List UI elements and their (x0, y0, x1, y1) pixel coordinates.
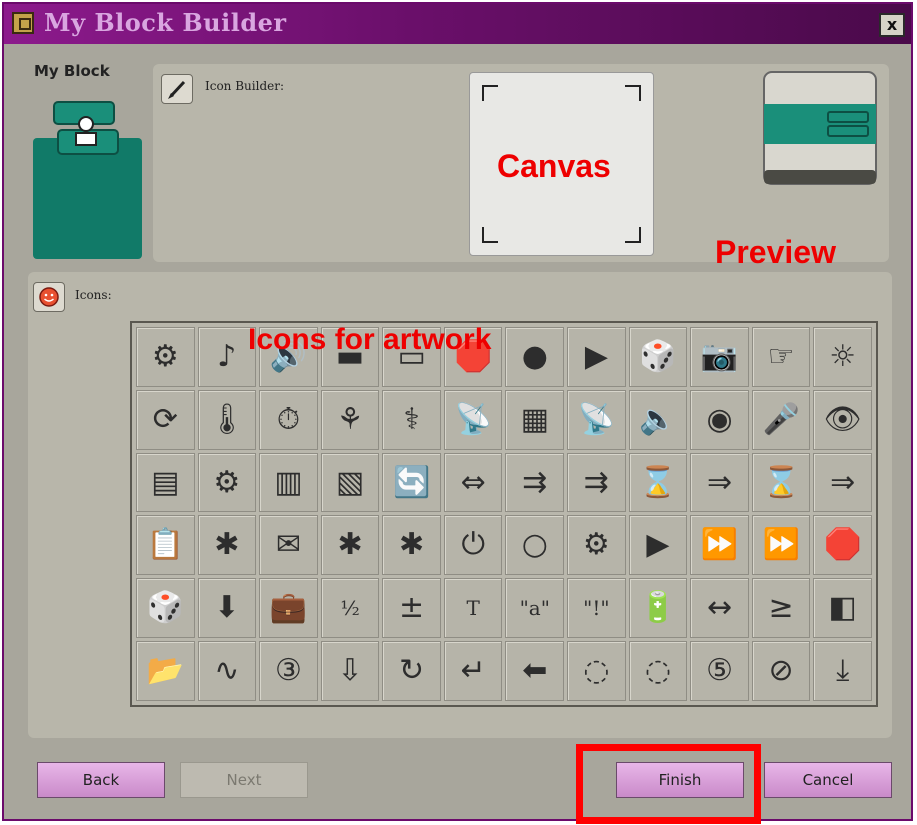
artwork-icon[interactable]: ⏻ (443, 515, 503, 576)
artwork-icon[interactable]: 📡 (567, 389, 626, 450)
artwork-icon[interactable]: 📂 (136, 641, 195, 701)
artwork-icon[interactable]: T (443, 578, 503, 639)
pencil-icon (168, 80, 186, 99)
artwork-icon[interactable]: ◌ (567, 641, 626, 701)
canvas-corner-tr (625, 85, 641, 101)
icons-button[interactable] (33, 282, 65, 312)
title-bar[interactable]: My Block Builder x (4, 4, 911, 44)
artwork-icon[interactable]: ◌ (628, 641, 688, 701)
artwork-icon[interactable]: 🔈 (628, 389, 688, 450)
artwork-icon[interactable]: ✱ (320, 515, 380, 576)
artwork-icon[interactable]: ⏩ (751, 515, 811, 576)
artwork-icon[interactable]: 📡 (443, 389, 503, 450)
finish-highlight-box (576, 744, 761, 824)
next-button[interactable]: Next (180, 762, 308, 798)
block-preview (763, 71, 877, 185)
artwork-icon[interactable]: 🔄 (382, 452, 441, 513)
artwork-icon[interactable]: ⚙ (197, 452, 257, 513)
artwork-icon[interactable]: ⚕ (382, 389, 441, 450)
artwork-icon[interactable]: ½ (320, 578, 380, 639)
artwork-icon[interactable]: ⇩ (320, 641, 380, 701)
cancel-button[interactable]: Cancel (764, 762, 892, 798)
artwork-icon[interactable]: ∿ (197, 641, 257, 701)
artwork-icon[interactable]: ⑤ (690, 641, 749, 701)
artwork-icon[interactable]: ↔ (690, 578, 749, 639)
artwork-icon[interactable]: ⏱ (259, 389, 318, 450)
artwork-icon[interactable]: 🎲 (628, 327, 688, 387)
my-block-icon (53, 101, 119, 155)
artwork-icon[interactable]: ⇔ (443, 452, 503, 513)
artwork-icon[interactable]: ▶ (628, 515, 688, 576)
artwork-icon[interactable]: ⇉ (567, 452, 626, 513)
artwork-icon[interactable]: ☼ (813, 327, 872, 387)
preview-annotation: Preview (715, 234, 836, 270)
artwork-icon[interactable]: 🎤 (751, 389, 811, 450)
artwork-icon[interactable]: 🎲 (136, 578, 195, 639)
canvas-corner-tl (482, 85, 498, 101)
artwork-icon[interactable]: ↵ (443, 641, 503, 701)
artwork-icon[interactable]: ◉ (690, 389, 749, 450)
artwork-icon[interactable]: ▧ (320, 452, 380, 513)
artwork-icon[interactable]: ☞ (751, 327, 811, 387)
artwork-icon[interactable]: ○ (505, 515, 565, 576)
artwork-icon[interactable]: ⚙ (136, 327, 195, 387)
artwork-icon[interactable]: ⤓ (813, 641, 872, 701)
artwork-icon[interactable]: ⟳ (136, 389, 195, 450)
artwork-icon[interactable]: ⇒ (690, 452, 749, 513)
icons-label: Icons: (75, 288, 112, 302)
artwork-icon[interactable]: ⌛ (628, 452, 688, 513)
close-button[interactable]: x (879, 13, 905, 37)
artwork-icon[interactable]: ⇉ (505, 452, 565, 513)
artwork-icon[interactable]: ⌛ (751, 452, 811, 513)
artwork-icon[interactable]: ⏩ (690, 515, 749, 576)
artwork-icon[interactable]: ⚘ (320, 389, 380, 450)
icon-grid: ⚙ ♪ 🔊 ▬ ▭ 🛑 ● ▶ 🎲 📷 ☞ ☼ ⟳ 🌡 ⏱ ⚘ ⚕ 📡 ▦ 📡 🔈 ◉ 🎤 👁 ▤ ⚙ ▥ ▧ 🔄 ⇔ ⇉ ⇉ ⌛ ⇒ ⌛ ⇒ 📋 ✱ ✉ ✱… (130, 321, 878, 707)
artwork-icon[interactable]: 📷 (690, 327, 749, 387)
artwork-icon[interactable]: ✱ (382, 515, 441, 576)
artwork-icon[interactable]: ▤ (136, 452, 195, 513)
canvas-annotation: Canvas (497, 148, 611, 184)
smiley-icon (39, 287, 59, 307)
artwork-icon[interactable]: ≥ (751, 578, 811, 639)
artwork-icon[interactable]: ▦ (505, 389, 565, 450)
artwork-icon[interactable]: "!" (567, 578, 626, 639)
artwork-icon[interactable]: ● (505, 327, 565, 387)
artwork-icon[interactable]: ◧ (813, 578, 872, 639)
artwork-icon[interactable]: ⬅ (505, 641, 565, 701)
artwork-icon[interactable]: ⊘ (751, 641, 811, 701)
artwork-icon[interactable]: 👁 (813, 389, 872, 450)
artwork-icon[interactable]: ③ (259, 641, 318, 701)
artwork-icon[interactable]: 🛑 (813, 515, 872, 576)
artwork-icon[interactable]: ▶ (567, 327, 626, 387)
artwork-icon[interactable]: ± (382, 578, 441, 639)
artwork-icon[interactable]: 💼 (259, 578, 318, 639)
back-button[interactable]: Back (37, 762, 165, 798)
artwork-icon[interactable]: ⚙ (567, 515, 626, 576)
artwork-icon[interactable]: ⬇ (197, 578, 257, 639)
icon-builder-label: Icon Builder: (205, 79, 285, 93)
artwork-icon[interactable]: "a" (505, 578, 565, 639)
artwork-icon[interactable]: ✉ (259, 515, 318, 576)
window-title: My Block Builder (44, 8, 287, 37)
artwork-icon[interactable]: ⇒ (813, 452, 872, 513)
window-icon (12, 12, 34, 34)
artwork-icon[interactable]: ✱ (197, 515, 257, 576)
artwork-icon[interactable]: ▥ (259, 452, 318, 513)
artwork-icon[interactable]: 📋 (136, 515, 195, 576)
canvas-corner-bl (482, 227, 498, 243)
artwork-icon[interactable]: 🔋 (628, 578, 688, 639)
artwork-icon[interactable]: ↻ (382, 641, 441, 701)
icons-annotation: Icons for artwork (248, 323, 492, 356)
icon-builder-button[interactable] (161, 74, 193, 104)
artwork-icon[interactable]: 🌡 (197, 389, 257, 450)
my-block-label: My Block (34, 62, 110, 80)
canvas-corner-br (625, 227, 641, 243)
